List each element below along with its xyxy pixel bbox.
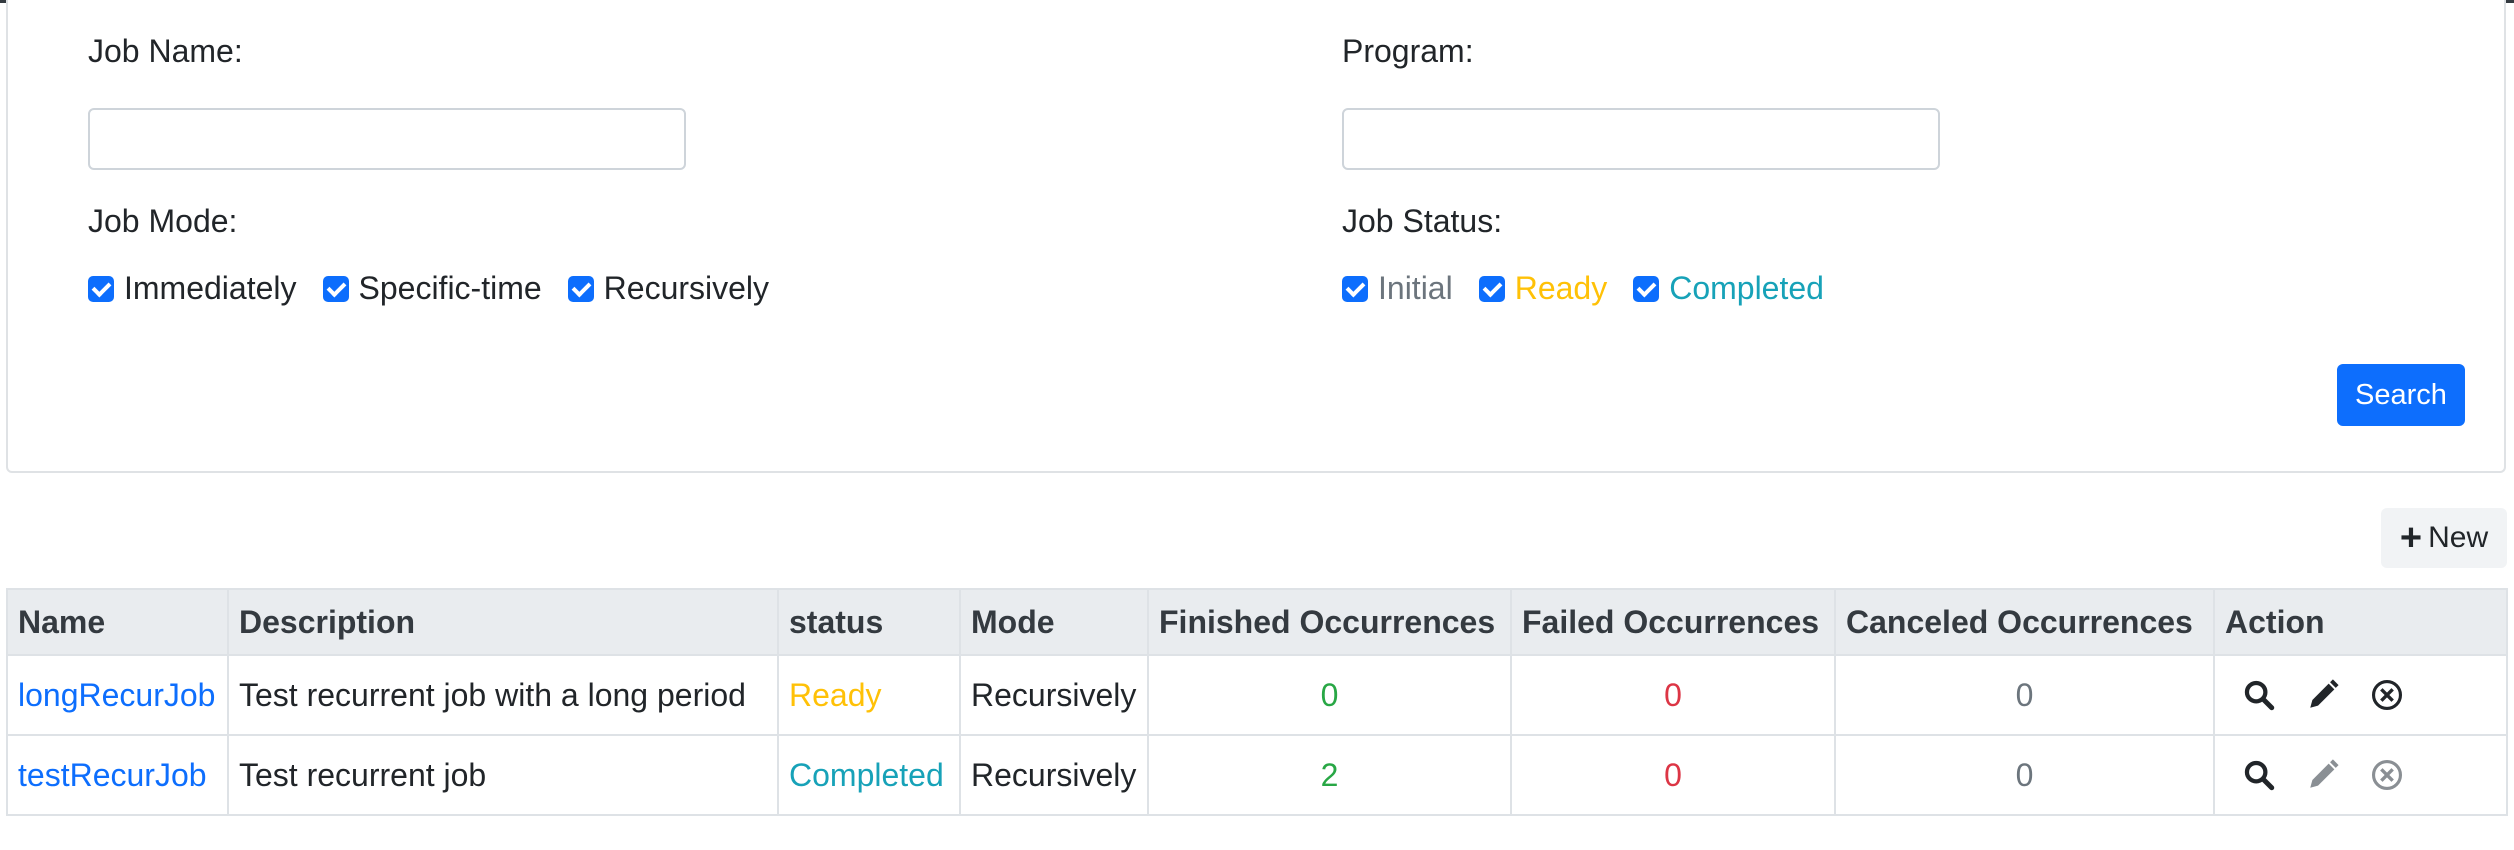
pencil-icon[interactable] <box>2305 677 2341 713</box>
table-row: longRecurJob Test recurrent job with a l… <box>6 654 2508 736</box>
job-mode: Recursively <box>959 654 1149 736</box>
job-description: Test recurrent job with a long period <box>227 654 779 736</box>
table-row: testRecurJob Test recurrent job Complete… <box>6 734 2508 816</box>
checkbox-checked-icon[interactable] <box>322 275 349 302</box>
program-input[interactable] <box>1342 108 1940 170</box>
checkbox-label: Recursively <box>603 270 770 306</box>
new-job-button[interactable]: + New <box>2381 508 2507 568</box>
finished-count: 0 <box>1147 654 1512 736</box>
checkbox-label: Immediately <box>124 270 297 306</box>
canceled-count: 0 <box>1834 654 2215 736</box>
failed-count: 0 <box>1510 734 1836 816</box>
job-status-initial-checkbox[interactable]: Initial <box>1342 270 1453 307</box>
row-actions <box>2225 677 2496 713</box>
checkbox-checked-icon[interactable] <box>1342 275 1368 302</box>
column-header-status: status <box>777 588 961 656</box>
search-button[interactable]: Search <box>2337 364 2465 426</box>
finished-count: 2 <box>1147 734 1512 816</box>
job-name-link[interactable]: longRecurJob <box>18 677 215 713</box>
failed-count: 0 <box>1510 654 1836 736</box>
plus-icon: + <box>2399 517 2423 559</box>
checkbox-label: Completed <box>1669 270 1824 306</box>
job-mode-immediately-checkbox[interactable]: Immediately <box>88 270 297 307</box>
cancel-circle-icon <box>2369 757 2405 793</box>
checkbox-label: Initial <box>1378 270 1453 306</box>
column-header-finished: Finished Occurrences <box>1147 588 1512 656</box>
job-status-completed-checkbox[interactable]: Completed <box>1633 270 1824 307</box>
job-name-link[interactable]: testRecurJob <box>18 757 207 793</box>
job-description: Test recurrent job <box>227 734 779 816</box>
pencil-icon <box>2305 757 2341 793</box>
column-header-action: Action <box>2213 588 2508 656</box>
job-filter-form: Job Name: Program: Job Mode: Immediately… <box>6 0 2506 473</box>
canceled-count: 0 <box>1834 734 2215 816</box>
column-header-description: Description <box>227 588 779 656</box>
job-mode-label: Job Mode: <box>88 203 238 239</box>
column-header-canceled: Canceled Occurrences <box>1834 588 2215 656</box>
checkbox-checked-icon[interactable] <box>1478 275 1505 302</box>
column-header-name: Name <box>6 588 229 656</box>
cancel-circle-icon[interactable] <box>2369 677 2405 713</box>
job-mode-specific-time-checkbox[interactable]: Specific-time <box>322 270 542 307</box>
checkbox-checked-icon[interactable] <box>567 275 594 302</box>
row-actions <box>2225 757 2496 793</box>
search-icon[interactable] <box>2241 677 2277 713</box>
checkbox-checked-icon[interactable] <box>1633 275 1660 302</box>
job-name-input[interactable] <box>88 108 686 170</box>
job-mode-recursively-checkbox[interactable]: Recursively <box>567 270 770 307</box>
column-header-mode: Mode <box>959 588 1149 656</box>
jobs-table: Name Description status Mode Finished Oc… <box>6 588 2508 816</box>
job-status: Completed <box>777 734 961 816</box>
job-status-label: Job Status: <box>1342 203 1503 239</box>
job-status-options: Initial Ready Completed <box>1342 270 1850 307</box>
job-mode-options: Immediately Specific-time Recursively <box>88 270 795 307</box>
job-status-ready-checkbox[interactable]: Ready <box>1478 270 1608 307</box>
job-status: Ready <box>777 654 961 736</box>
search-icon[interactable] <box>2241 757 2277 793</box>
checkbox-label: Ready <box>1514 270 1608 306</box>
table-header-row: Name Description status Mode Finished Oc… <box>6 588 2508 656</box>
column-header-failed: Failed Occurrences <box>1510 588 1836 656</box>
job-name-label: Job Name: <box>88 33 243 69</box>
program-label: Program: <box>1342 33 1474 69</box>
new-button-label: New <box>2428 521 2489 554</box>
checkbox-checked-icon[interactable] <box>88 275 114 302</box>
checkbox-label: Specific-time <box>358 270 542 306</box>
job-mode: Recursively <box>959 734 1149 816</box>
